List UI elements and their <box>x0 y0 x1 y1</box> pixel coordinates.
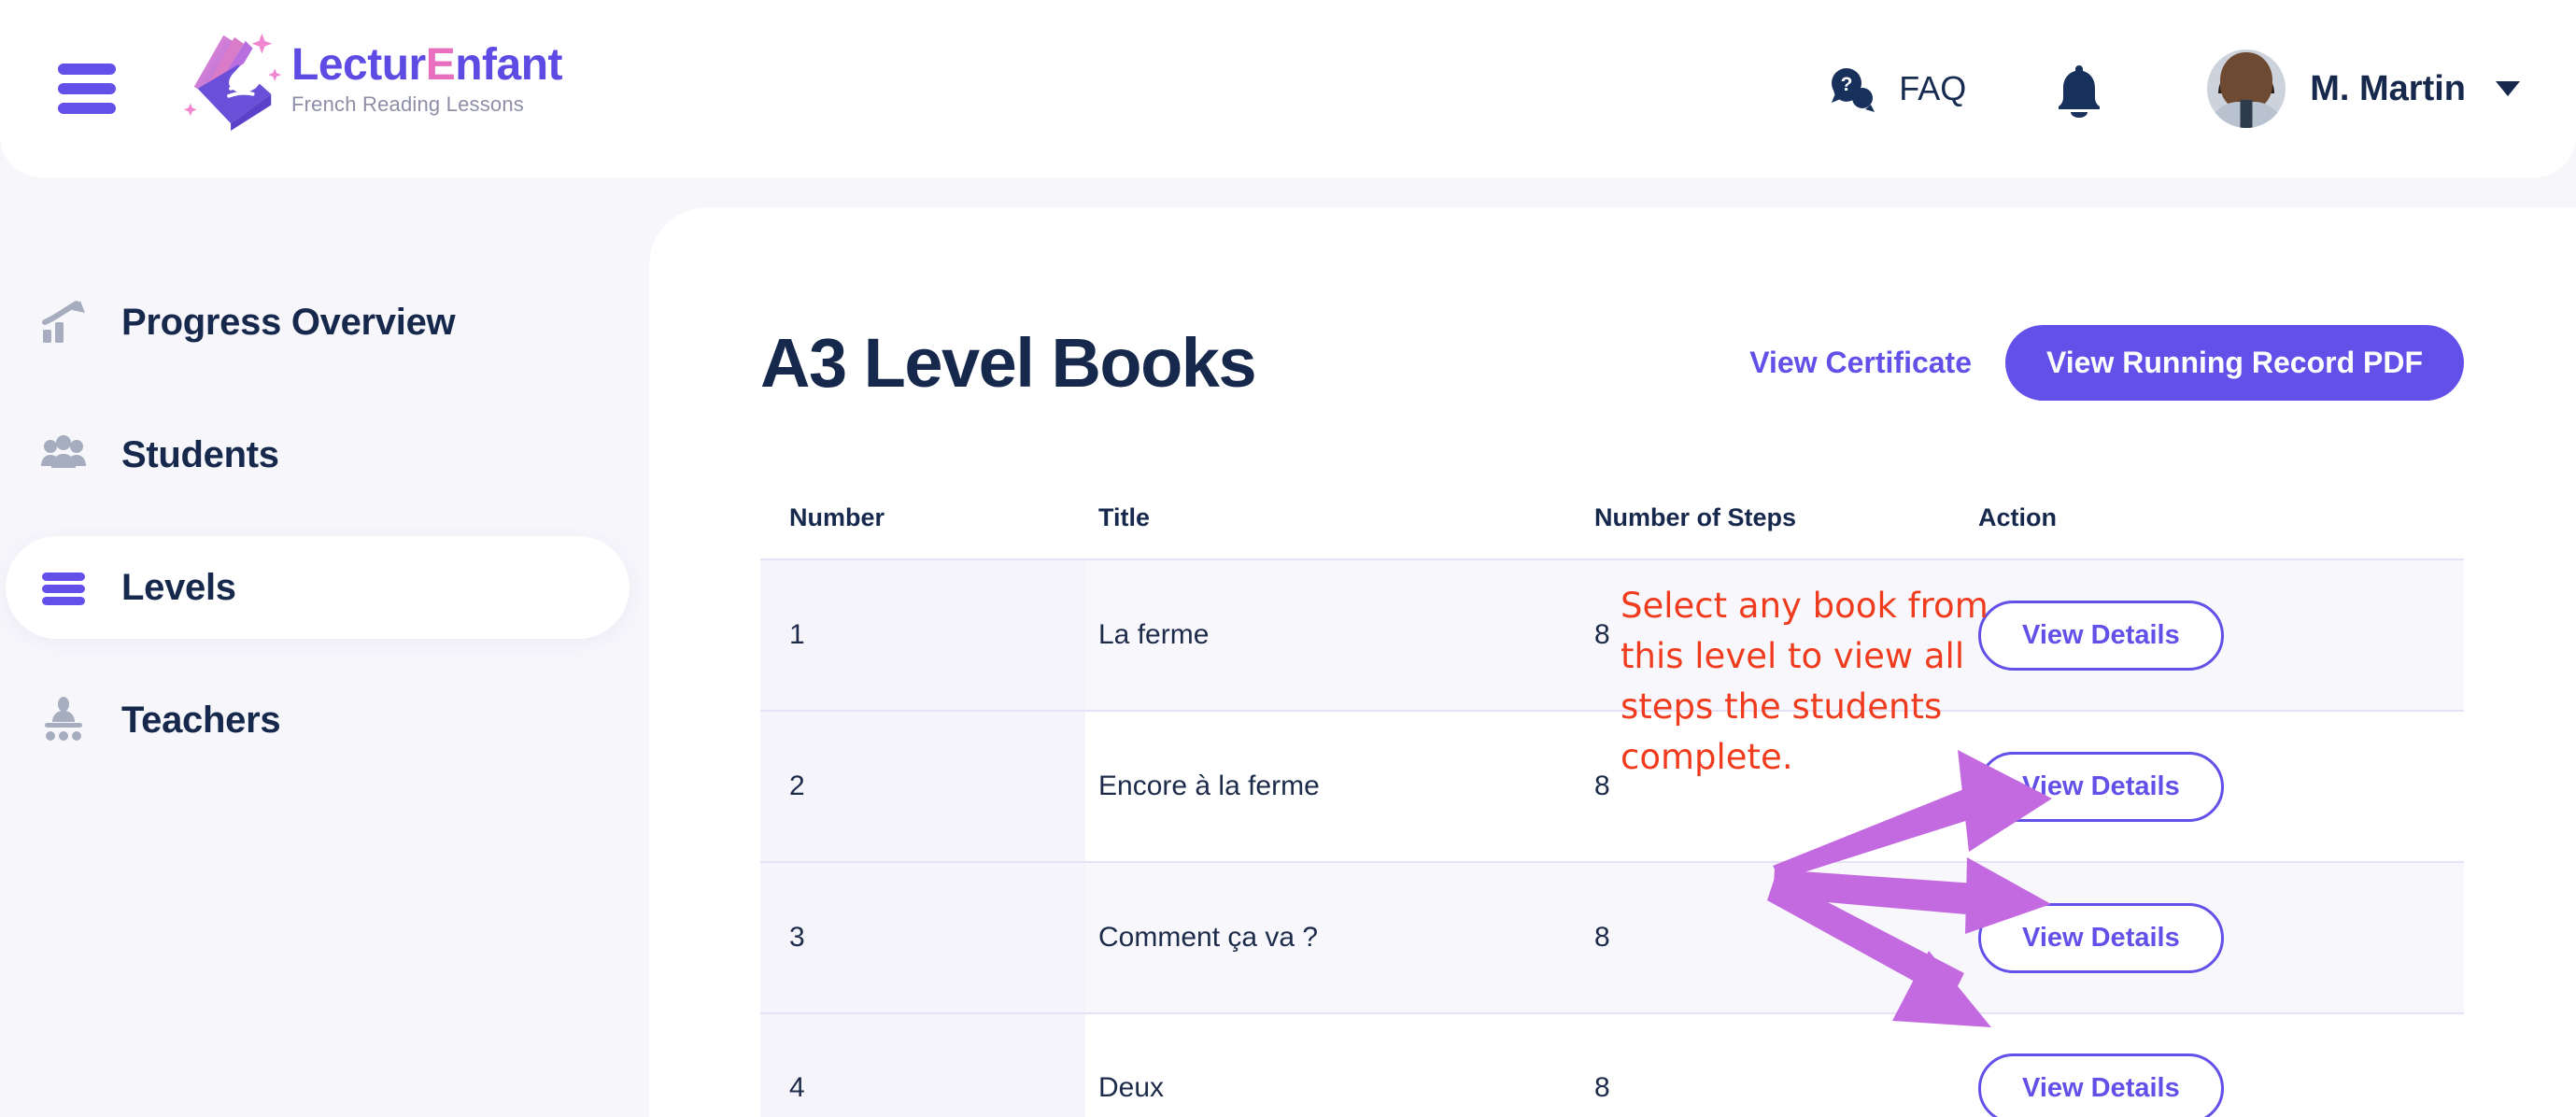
row-steps: 8 <box>1594 1072 1610 1103</box>
view-details-button[interactable]: View Details <box>1978 600 2224 671</box>
row-title: Encore à la ferme <box>1098 771 1320 801</box>
hamburger-bar <box>58 103 116 114</box>
row-title: La ferme <box>1098 619 1210 650</box>
row-title: Deux <box>1098 1072 1165 1103</box>
brand-name-part2: nfant <box>455 39 563 90</box>
books-table: Number Title Number of Steps Action 1 La… <box>760 502 2464 1117</box>
brand-logo[interactable]: LecturEnfant French Reading Lessons <box>183 28 563 131</box>
app-root: LecturEnfant French Reading Lessons ? FA… <box>0 0 2576 1117</box>
sidebar-item-levels[interactable]: Levels <box>6 536 630 639</box>
header-actions: ? FAQ M. Martin <box>1824 0 2539 177</box>
sidebar-item-label: Progress Overview <box>121 301 456 343</box>
top-header: LecturEnfant French Reading Lessons ? FA… <box>0 0 2576 177</box>
list-lines-icon <box>34 558 93 617</box>
brand-tagline: French Reading Lessons <box>291 92 524 117</box>
page-header-actions: View Certificate View Running Record PDF <box>1749 325 2464 401</box>
bell-icon <box>2059 65 2101 118</box>
row-number: 3 <box>789 922 805 953</box>
brand-name-accent: E <box>425 39 456 90</box>
brand-name-part1: Lectur <box>291 39 426 90</box>
page-header: A3 Level Books View Certificate View Run… <box>760 323 2464 403</box>
view-certificate-button[interactable]: View Certificate <box>1749 346 1972 380</box>
page-title: A3 Level Books <box>760 324 1257 402</box>
view-running-record-pdf-button[interactable]: View Running Record PDF <box>2005 325 2464 401</box>
faq-label: FAQ <box>1899 69 1967 107</box>
teacher-presentation-icon <box>34 690 93 750</box>
sidebar-item-students[interactable]: Students <box>0 403 654 506</box>
brand-title: LecturEnfant <box>291 39 563 90</box>
table-header-row: Number Title Number of Steps Action <box>760 502 2464 558</box>
row-steps: 8 <box>1594 619 1610 650</box>
row-number: 2 <box>789 771 805 801</box>
table-header-number: Number <box>789 502 885 531</box>
hamburger-bar <box>58 64 116 75</box>
main-content-panel: A3 Level Books View Certificate View Run… <box>649 207 2576 1117</box>
table-header-action: Action <box>1978 502 2057 531</box>
user-menu[interactable]: M. Martin <box>2207 49 2520 128</box>
row-number: 1 <box>789 619 805 650</box>
user-name: M. Martin <box>2310 68 2466 108</box>
sidebar-nav: Progress Overview Students Levels Teache… <box>0 177 654 1117</box>
view-details-button[interactable]: View Details <box>1978 751 2224 822</box>
table-row[interactable]: 2 Encore à la ferme 8 View Details <box>760 710 2464 861</box>
hamburger-menu-icon[interactable] <box>58 64 116 114</box>
avatar <box>2207 49 2286 128</box>
view-details-button[interactable]: View Details <box>1978 1053 2224 1117</box>
table-row[interactable]: 1 La ferme 8 View Details <box>760 558 2464 710</box>
sidebar-item-label: Teachers <box>121 699 281 741</box>
row-steps: 8 <box>1594 771 1610 801</box>
sidebar-item-progress-overview[interactable]: Progress Overview <box>0 271 654 374</box>
row-title: Comment ça va ? <box>1098 922 1319 953</box>
table-header-title: Title <box>1098 502 1151 531</box>
sidebar-item-label: Levels <box>121 566 236 608</box>
table-header-steps: Number of Steps <box>1594 502 1797 531</box>
table-row[interactable]: 3 Comment ça va ? 8 View Details <box>760 861 2464 1012</box>
table-row[interactable]: 4 Deux 8 View Details <box>760 1012 2464 1117</box>
row-steps: 8 <box>1594 922 1610 953</box>
chevron-down-icon[interactable] <box>2496 81 2520 96</box>
notifications-button[interactable] <box>2052 60 2106 118</box>
chart-growth-icon <box>34 292 93 352</box>
book-hand-logo-icon <box>183 33 282 131</box>
faq-button[interactable]: ? FAQ <box>1824 60 1966 118</box>
question-chat-bubble-icon: ? <box>1832 68 1875 112</box>
row-number: 4 <box>789 1072 805 1103</box>
sidebar-item-teachers[interactable]: Teachers <box>0 669 654 771</box>
sidebar-item-label: Students <box>121 433 279 475</box>
hamburger-bar <box>58 83 116 94</box>
group-people-icon <box>34 425 93 485</box>
svg-text:?: ? <box>1841 74 1853 95</box>
avatar-tie <box>2240 100 2253 128</box>
view-details-button[interactable]: View Details <box>1978 902 2224 973</box>
